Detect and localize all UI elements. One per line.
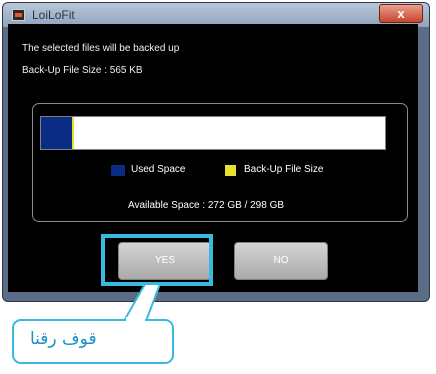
callout-text: قوف رقنا — [30, 329, 97, 349]
callout-pointer-join — [126, 317, 145, 322]
